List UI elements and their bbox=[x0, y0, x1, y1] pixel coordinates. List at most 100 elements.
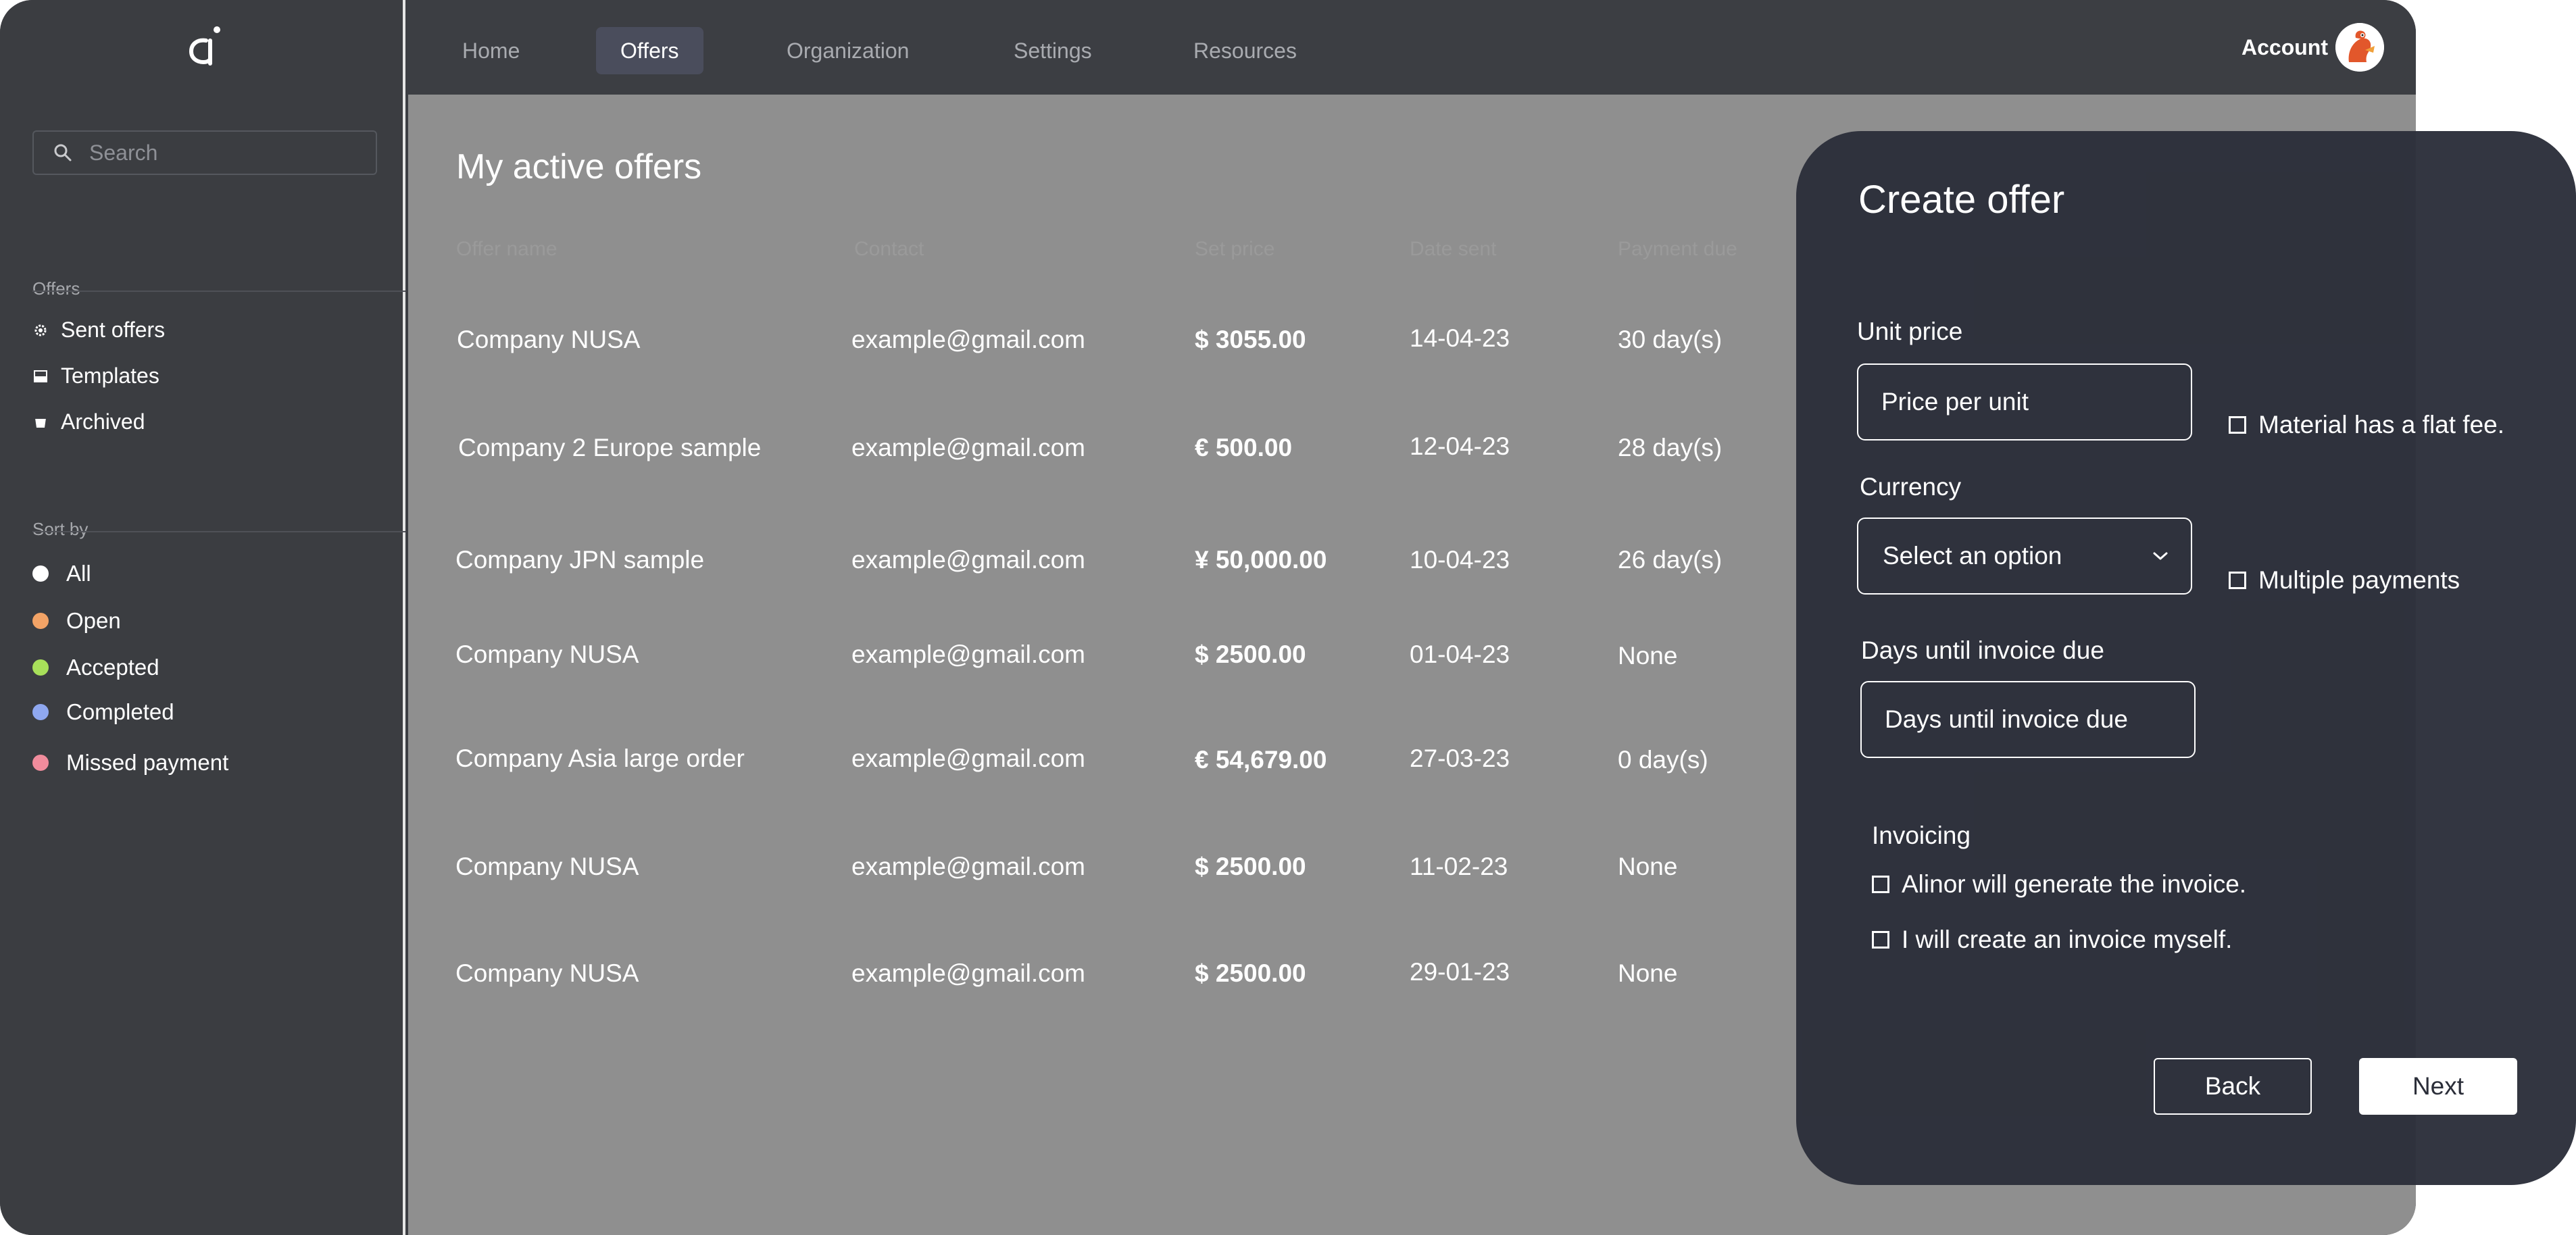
sort-item-label: Open bbox=[66, 608, 121, 633]
offer-due: None bbox=[1618, 853, 1678, 880]
currency-label: Currency bbox=[1860, 473, 1962, 501]
sort-item-label: Completed bbox=[66, 699, 174, 724]
offer-due: 28 day(s) bbox=[1618, 434, 1723, 461]
multiple-payments-checkbox-row[interactable]: Multiple payments bbox=[2229, 566, 2460, 595]
back-button[interactable]: Back bbox=[2154, 1058, 2312, 1115]
gear-icon bbox=[32, 322, 49, 338]
sidebar-item-sent-offers[interactable]: Sent offers bbox=[32, 318, 165, 343]
flat-fee-checkbox-row[interactable]: Material has a flat fee. bbox=[2229, 411, 2504, 439]
invoice-option-label: I will create an invoice myself. bbox=[1902, 926, 2233, 953]
offer-date: 14-04-23 bbox=[1410, 324, 1510, 352]
offer-price: ¥ 50,000.00 bbox=[1195, 546, 1327, 574]
search-input[interactable] bbox=[89, 140, 360, 166]
column-header-offer-name: Offer name bbox=[456, 238, 558, 260]
avatar[interactable] bbox=[2335, 23, 2384, 72]
invoicing-label: Invoicing bbox=[1872, 822, 1971, 849]
offer-price: € 500.00 bbox=[1195, 434, 1293, 461]
status-dot bbox=[32, 613, 49, 629]
days-until-due-label: Days until invoice due bbox=[1861, 636, 2104, 664]
top-nav: Home Offers Organization Settings Resour… bbox=[408, 0, 2416, 95]
sort-item-accepted[interactable]: Accepted bbox=[32, 655, 159, 680]
next-button[interactable]: Next bbox=[2359, 1058, 2517, 1115]
offer-contact: example@gmail.com bbox=[851, 959, 1086, 987]
create-offer-panel: Create offer Unit price Material has a f… bbox=[1796, 131, 2576, 1185]
sidebar-item-templates[interactable]: Templates bbox=[32, 363, 159, 388]
tab-resources[interactable]: Resources bbox=[1169, 27, 1321, 74]
offers-section-label: Offers bbox=[32, 278, 80, 299]
multiple-payments-checkbox[interactable] bbox=[2229, 572, 2246, 589]
account-link[interactable]: Account bbox=[2241, 35, 2328, 60]
offer-date: 10-04-23 bbox=[1410, 546, 1510, 574]
offer-name: Company NUSA bbox=[455, 959, 639, 987]
offer-contact: example@gmail.com bbox=[851, 745, 1086, 772]
offer-price: $ 2500.00 bbox=[1195, 853, 1306, 880]
sort-item-open[interactable]: Open bbox=[32, 608, 121, 634]
tab-offers[interactable]: Offers bbox=[596, 27, 703, 74]
sidebar-item-label: Templates bbox=[61, 363, 159, 388]
sort-item-label: All bbox=[66, 561, 91, 586]
sidebar: Offers Sent offers Templates Archived So… bbox=[0, 0, 405, 1235]
tab-organization[interactable]: Organization bbox=[762, 27, 933, 74]
offer-name: Company Asia large order bbox=[455, 745, 745, 772]
sidebar-item-label: Sent offers bbox=[61, 318, 166, 342]
invoice-option-self-row[interactable]: I will create an invoice myself. bbox=[1872, 926, 2232, 954]
tab-settings[interactable]: Settings bbox=[989, 27, 1116, 74]
sort-item-label: Missed payment bbox=[66, 750, 229, 775]
flat-fee-label: Material has a flat fee. bbox=[2258, 411, 2505, 438]
sort-item-all[interactable]: All bbox=[32, 561, 91, 586]
offer-date: 11-02-23 bbox=[1410, 853, 1508, 880]
sort-item-missed-payment[interactable]: Missed payment bbox=[32, 750, 228, 776]
sort-item-label: Accepted bbox=[66, 655, 159, 680]
offer-name: Company 2 Europe sample bbox=[458, 434, 762, 461]
offer-name: Company NUSA bbox=[455, 640, 639, 668]
tab-home[interactable]: Home bbox=[438, 27, 544, 74]
status-dot bbox=[32, 704, 49, 720]
offer-date: 27-03-23 bbox=[1410, 745, 1510, 772]
offer-contact: example@gmail.com bbox=[851, 640, 1086, 668]
sidebar-item-archived[interactable]: Archived bbox=[32, 409, 145, 434]
invoice-option-label: Alinor will generate the invoice. bbox=[1902, 870, 2247, 898]
invoice-self-checkbox[interactable] bbox=[1872, 931, 1889, 949]
offer-name: Company JPN sample bbox=[455, 546, 705, 574]
currency-selected-value: Select an option bbox=[1883, 542, 2062, 570]
offer-contact: example@gmail.com bbox=[851, 326, 1086, 353]
days-until-due-input[interactable] bbox=[1860, 681, 2196, 758]
offer-price: $ 3055.00 bbox=[1195, 326, 1306, 353]
status-dot bbox=[32, 565, 49, 582]
flat-fee-checkbox[interactable] bbox=[2229, 416, 2246, 434]
offer-contact: example@gmail.com bbox=[851, 434, 1086, 461]
sidebar-item-label: Archived bbox=[61, 409, 145, 434]
search-box[interactable] bbox=[32, 130, 377, 175]
archive-icon bbox=[32, 414, 49, 430]
offer-date: 01-04-23 bbox=[1410, 640, 1510, 668]
offer-due: 30 day(s) bbox=[1618, 326, 1723, 353]
multiple-payments-label: Multiple payments bbox=[2258, 566, 2460, 594]
offer-due: 0 day(s) bbox=[1618, 746, 1708, 774]
offer-due: None bbox=[1618, 642, 1678, 670]
column-header-date-sent: Date sent bbox=[1410, 238, 1497, 260]
offer-contact: example@gmail.com bbox=[851, 853, 1086, 880]
panel-title: Create offer bbox=[1858, 178, 2065, 222]
currency-select[interactable]: Select an option bbox=[1857, 518, 2192, 595]
offer-price: $ 2500.00 bbox=[1195, 959, 1306, 987]
column-header-contact: Contact bbox=[854, 238, 924, 260]
app-logo-icon[interactable] bbox=[186, 24, 224, 66]
status-dot bbox=[32, 659, 49, 676]
offer-contact: example@gmail.com bbox=[851, 546, 1086, 574]
chevron-down-icon bbox=[2153, 552, 2168, 560]
page-title: My active offers bbox=[456, 147, 702, 186]
offer-date: 12-04-23 bbox=[1410, 432, 1510, 460]
offer-date: 29-01-23 bbox=[1410, 958, 1510, 986]
sort-divider bbox=[32, 531, 405, 532]
sort-item-completed[interactable]: Completed bbox=[32, 699, 174, 725]
offer-name: Company NUSA bbox=[457, 326, 641, 353]
status-dot bbox=[32, 755, 49, 771]
sort-section-label: Sort by bbox=[32, 519, 89, 539]
template-icon bbox=[32, 368, 49, 384]
unit-price-input[interactable] bbox=[1857, 363, 2192, 440]
avatar-icon bbox=[2335, 23, 2384, 72]
invoice-generate-checkbox[interactable] bbox=[1872, 876, 1889, 893]
invoice-option-generate-row[interactable]: Alinor will generate the invoice. bbox=[1872, 870, 2246, 899]
column-header-payment-due: Payment due bbox=[1618, 238, 1737, 260]
offers-divider bbox=[32, 291, 405, 292]
